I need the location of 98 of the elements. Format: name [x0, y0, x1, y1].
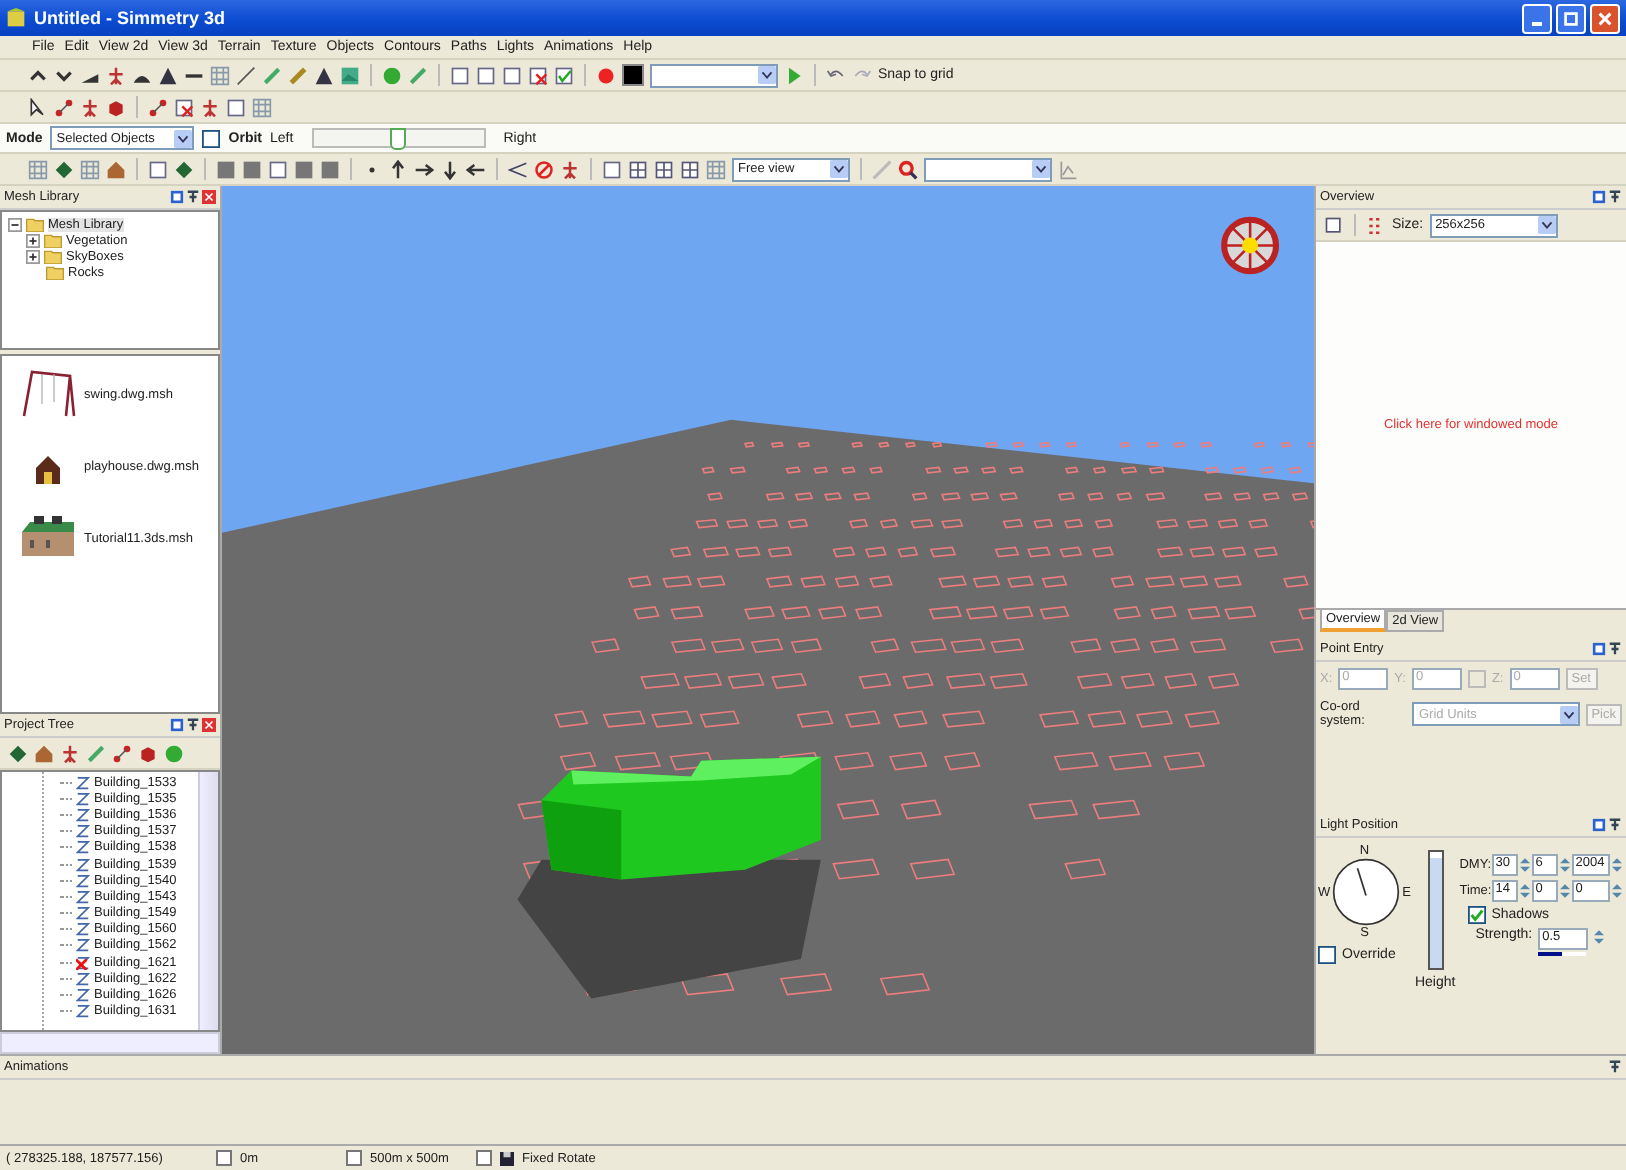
dropdown-arrow-icon[interactable] [830, 160, 848, 178]
record-icon[interactable] [596, 65, 616, 85]
tree-icon[interactable] [314, 65, 334, 85]
spinner-arrows-icon[interactable] [1594, 928, 1605, 946]
horizontal-scrollbar[interactable] [0, 1032, 220, 1054]
close-icon[interactable] [202, 718, 216, 732]
frame-icon[interactable] [602, 159, 622, 179]
color-swatch[interactable] [622, 64, 644, 86]
diamond-icon[interactable] [174, 159, 194, 179]
house-icon[interactable] [34, 743, 54, 763]
axis-icon[interactable] [60, 743, 80, 763]
pin-icon[interactable] [1608, 1060, 1622, 1074]
pin-icon[interactable] [1608, 818, 1622, 832]
spinner-arrows-icon[interactable] [1611, 856, 1622, 874]
frame-icon[interactable] [268, 159, 288, 179]
split-icon[interactable] [680, 159, 700, 179]
arrow-right-icon[interactable] [414, 159, 434, 179]
nodes-icon[interactable] [54, 97, 74, 117]
minimize-button[interactable] [1522, 3, 1552, 33]
close-icon[interactable] [202, 190, 216, 204]
square-icon[interactable] [242, 159, 262, 179]
node-icon[interactable] [8, 743, 28, 763]
height-slider-fill[interactable] [1429, 857, 1442, 968]
move-icon[interactable] [80, 97, 100, 117]
line-icon[interactable] [236, 65, 256, 85]
delete-icon[interactable] [174, 97, 194, 117]
cone-icon[interactable] [508, 159, 528, 179]
maximize-button[interactable] [1556, 3, 1586, 33]
search-icon[interactable] [898, 159, 918, 179]
minimize-icon [1532, 21, 1542, 25]
arrow-left-icon[interactable] [466, 159, 486, 179]
shadows-checkbox[interactable] [1467, 906, 1486, 924]
figure-icon[interactable] [560, 159, 580, 179]
pin-icon[interactable] [186, 190, 200, 204]
dropdown-arrow-icon[interactable] [758, 66, 776, 84]
square-icon[interactable] [294, 159, 314, 179]
spinner-arrows-icon[interactable] [1519, 856, 1530, 874]
square-icon[interactable] [216, 159, 236, 179]
close-button[interactable] [1590, 3, 1620, 33]
spinner-arrows-icon[interactable] [1611, 882, 1622, 900]
color-dropdown[interactable] [650, 63, 778, 87]
dropdown-icon[interactable] [216, 1150, 232, 1166]
vertical-scrollbar[interactable] [198, 772, 218, 1030]
restore-icon[interactable] [170, 190, 184, 204]
copy-icon[interactable] [148, 159, 168, 179]
delete-icon[interactable] [528, 65, 548, 85]
figure-icon[interactable] [106, 65, 126, 85]
square-icon[interactable] [320, 159, 340, 179]
swing-thumbnail [18, 368, 78, 420]
dropdown-arrow-icon[interactable] [1032, 160, 1050, 178]
link-icon[interactable] [148, 97, 168, 117]
window-icon[interactable] [1324, 215, 1344, 235]
restore-icon[interactable] [1592, 642, 1606, 656]
cube-icon[interactable] [106, 97, 126, 117]
compass-rose-icon [1221, 216, 1280, 275]
diamond-icon[interactable] [54, 159, 74, 179]
pointer-icon[interactable] [28, 97, 48, 117]
expand-icon[interactable] [26, 233, 40, 247]
cube-icon[interactable] [138, 743, 158, 763]
figure-icon[interactable] [200, 97, 220, 117]
spinner-arrows-icon[interactable] [1559, 856, 1570, 874]
restore-icon[interactable] [1592, 190, 1606, 204]
dropdown-arrow-icon[interactable] [174, 129, 193, 147]
dropdown-arrow-icon[interactable] [1537, 216, 1556, 234]
split-icon[interactable] [654, 159, 674, 179]
window-icon[interactable] [226, 97, 246, 117]
maximize-icon [1562, 9, 1580, 27]
expand-icon[interactable] [26, 249, 40, 263]
close-icon [1596, 9, 1614, 27]
app-icon [6, 8, 26, 28]
override-checkbox[interactable] [1318, 946, 1336, 964]
window-title: Untitled - Simmetry 3d [34, 8, 228, 28]
pin-icon[interactable] [186, 718, 200, 732]
arrow-down-icon[interactable] [440, 159, 460, 179]
3d-viewport[interactable] [222, 186, 1314, 1054]
peak-icon[interactable] [158, 65, 178, 85]
orbit-slider-thumb[interactable] [390, 128, 407, 150]
dropdown-icon[interactable] [346, 1150, 362, 1166]
no-entry-icon[interactable] [534, 159, 554, 179]
dropdown-icon[interactable] [476, 1150, 492, 1166]
frame-icon[interactable] [502, 65, 522, 85]
landscape-icon[interactable] [340, 65, 360, 85]
pin-icon[interactable] [1608, 642, 1622, 656]
chevron-up-icon[interactable] [28, 65, 48, 85]
restore-icon[interactable] [170, 718, 184, 732]
group-icon[interactable] [112, 743, 132, 763]
sun-direction-dial[interactable] [1332, 858, 1401, 926]
spinner-arrows-icon[interactable] [1559, 882, 1570, 900]
spinner-arrows-icon[interactable] [1519, 882, 1530, 900]
orbit-checkbox[interactable] [202, 129, 221, 147]
pin-icon[interactable] [1608, 190, 1622, 204]
restore-icon[interactable] [1592, 818, 1606, 832]
arrow-up-icon[interactable] [388, 159, 408, 179]
split-icon[interactable] [628, 159, 648, 179]
collapse-icon[interactable] [8, 217, 22, 231]
chevron-down-icon[interactable] [54, 65, 74, 85]
check-icon[interactable] [554, 65, 574, 85]
house-icon[interactable] [106, 159, 126, 179]
